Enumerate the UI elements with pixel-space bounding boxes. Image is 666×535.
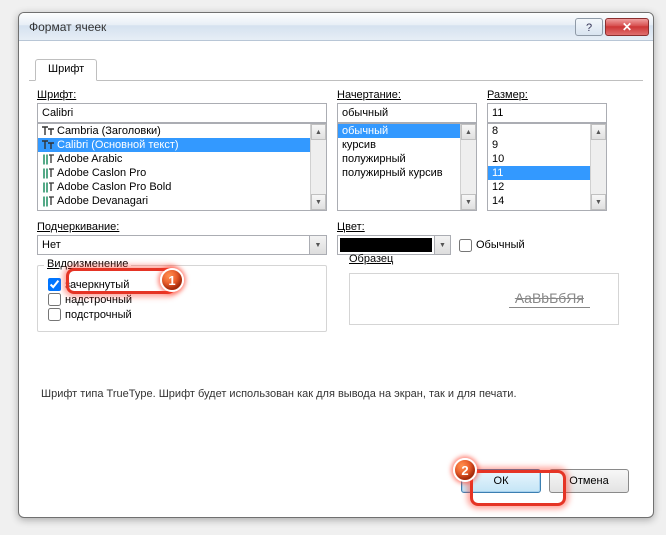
list-item[interactable]: Adobe Arabic [38, 152, 310, 166]
list-item[interactable]: 8 [488, 124, 590, 138]
font-listbox[interactable]: Cambria (Заголовки)Calibri (Основной тек… [37, 123, 327, 211]
scroll-up-icon[interactable]: ▲ [591, 124, 606, 140]
dropdown-icon[interactable]: ▼ [434, 236, 450, 254]
normal-color-checkbox[interactable]: Обычный [459, 239, 525, 252]
tab-content: Шрифт: Cambria (Заголовки)Calibri (Основ… [29, 81, 643, 400]
titlebar[interactable]: Формат ячеек ? ✕ [19, 13, 653, 41]
list-item[interactable]: полужирный [338, 152, 460, 166]
underline-input[interactable] [37, 235, 309, 255]
size-label: Размер: [487, 89, 528, 101]
normal-color-label: Обычный [476, 239, 525, 251]
subscript-label: подстрочный [65, 309, 132, 321]
scroll-up-icon[interactable]: ▲ [461, 124, 476, 140]
client-area: Шрифт Шрифт: Cambria (Заголовки)Calibri … [29, 53, 643, 507]
window-title: Формат ячеек [29, 20, 573, 34]
superscript-check[interactable] [48, 293, 61, 306]
color-swatch [340, 238, 432, 252]
tab-font[interactable]: Шрифт [35, 59, 97, 81]
badge-1: 1 [160, 268, 184, 292]
size-listbox[interactable]: 8910111214 ▲▼ [487, 123, 607, 211]
superscript-checkbox[interactable]: надстрочный [48, 293, 316, 306]
scroll-down-icon[interactable]: ▼ [311, 194, 326, 210]
list-item[interactable]: курсив [338, 138, 460, 152]
list-item[interactable]: Calibri (Основной текст) [38, 138, 310, 152]
scrollbar[interactable]: ▲▼ [310, 124, 326, 210]
superscript-label: надстрочный [65, 294, 132, 306]
style-label: Начертание: [337, 89, 401, 101]
font-label: Шрифт: [37, 89, 76, 101]
sample-label: Образец [349, 253, 393, 265]
normal-color-check[interactable] [459, 239, 472, 252]
list-item[interactable]: 14 [488, 194, 590, 208]
color-picker[interactable]: ▼ [337, 235, 451, 255]
dropdown-icon[interactable]: ▼ [309, 235, 327, 255]
list-item[interactable]: 9 [488, 138, 590, 152]
scroll-down-icon[interactable]: ▼ [591, 194, 606, 210]
font-input[interactable] [37, 103, 327, 123]
sample-box: AaBbБбЯя [349, 273, 619, 325]
scrollbar[interactable]: ▲▼ [590, 124, 606, 210]
list-item[interactable]: Adobe Devanagari [38, 194, 310, 208]
tab-strip: Шрифт [29, 59, 643, 81]
cancel-button[interactable]: Отмена [549, 469, 629, 493]
list-item[interactable]: полужирный курсив [338, 166, 460, 180]
effects-legend: Видоизменение [44, 258, 131, 270]
subscript-check[interactable] [48, 308, 61, 321]
help-button[interactable]: ? [575, 18, 603, 36]
style-listbox[interactable]: обычныйкурсивполужирныйполужирный курсив… [337, 123, 477, 211]
dialog-buttons: ОК Отмена [461, 469, 629, 493]
sample-group: Образец AaBbБбЯя [349, 253, 619, 325]
list-item[interactable]: Adobe Caslon Pro [38, 166, 310, 180]
strikethrough-check[interactable] [48, 278, 61, 291]
description-text: Шрифт типа TrueType. Шрифт будет использ… [37, 388, 635, 400]
size-input[interactable] [487, 103, 607, 123]
badge-2: 2 [453, 458, 477, 482]
subscript-checkbox[interactable]: подстрочный [48, 308, 316, 321]
scrollbar[interactable]: ▲▼ [460, 124, 476, 210]
format-cells-dialog: Формат ячеек ? ✕ Шрифт Шрифт: Cambria (З… [18, 12, 654, 518]
list-item[interactable]: 10 [488, 152, 590, 166]
underline-combo[interactable]: ▼ [37, 235, 327, 255]
underline-label: Подчеркивание: [37, 221, 119, 233]
list-item[interactable]: Cambria (Заголовки) [38, 124, 310, 138]
list-item[interactable]: обычный [338, 124, 460, 138]
strikethrough-label: зачеркнутый [65, 279, 129, 291]
scroll-down-icon[interactable]: ▼ [461, 194, 476, 210]
sample-text: AaBbБбЯя [509, 290, 590, 308]
list-item[interactable]: Adobe Caslon Pro Bold [38, 180, 310, 194]
svg-text:?: ? [586, 22, 592, 32]
list-item[interactable]: 11 [488, 166, 590, 180]
close-button[interactable]: ✕ [605, 18, 649, 36]
color-label: Цвет: [337, 221, 365, 233]
scroll-up-icon[interactable]: ▲ [311, 124, 326, 140]
style-input[interactable] [337, 103, 477, 123]
list-item[interactable]: 12 [488, 180, 590, 194]
